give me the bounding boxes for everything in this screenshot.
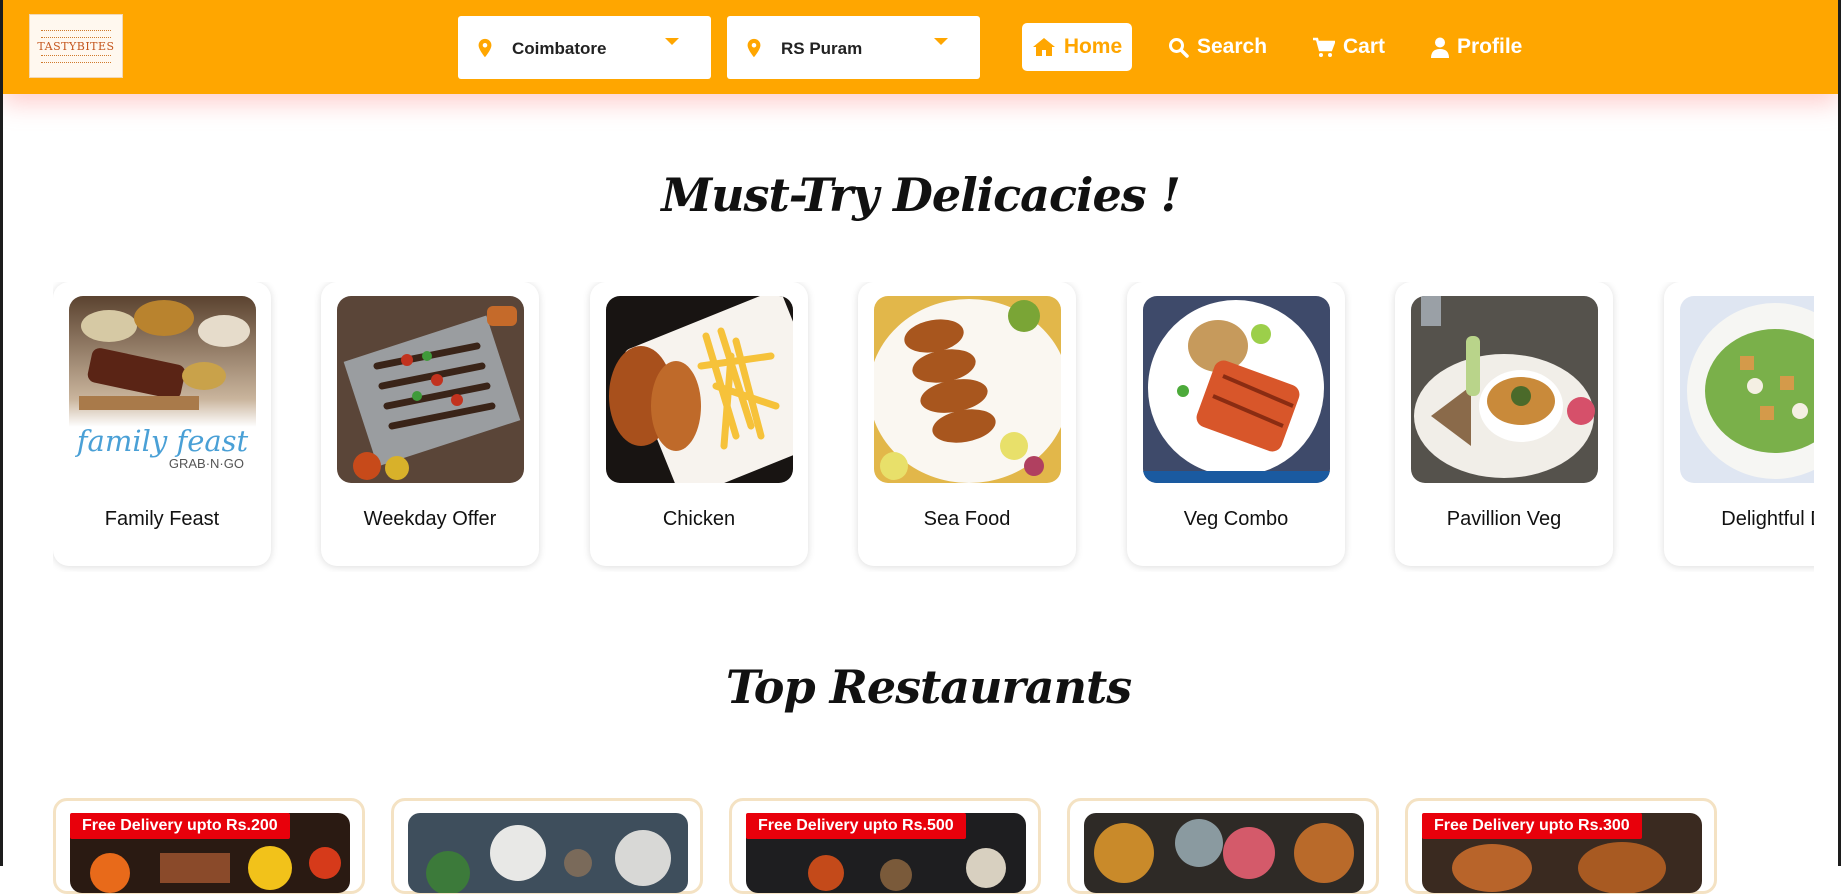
dish-name: Sea Food [923,508,1011,530]
nav-profile[interactable]: Profile [1431,23,1522,71]
city-value: Coimbatore [512,39,607,58]
nav-search-label: Search [1197,35,1268,58]
nav-search[interactable]: Search [1168,23,1267,71]
family-feast-photo: family feast GRAB·N·GO [69,296,256,483]
nav-home[interactable]: Home [1022,23,1132,71]
skewers-grill-photo [337,296,524,483]
dish-card[interactable]: Sea Food [858,282,1076,566]
dish-card[interactable]: Chicken [590,282,808,566]
curry-bowls-photo [1084,813,1364,893]
restaurants-heading: Top Restaurants [725,660,1132,714]
map-pin-icon [478,38,492,58]
spices-bowls-photo [408,813,688,893]
dish-name: Veg Combo [1183,508,1289,530]
free-delivery-badge: Free Delivery upto Rs.300 [1422,813,1642,839]
dish-name: Delightful D [1721,508,1814,530]
restaurant-card[interactable] [391,798,703,894]
dish-name: Pavillion Veg [1446,508,1562,530]
city-select[interactable]: Coimbatore [458,16,711,79]
dish-card[interactable]: Veg Combo [1127,282,1345,566]
restaurant-card[interactable]: Free Delivery upto Rs.300 [1405,798,1717,894]
user-icon [1431,37,1449,58]
cart-icon [1313,37,1335,57]
logo-text: TASTYBITES [37,39,115,53]
chevron-down-icon [934,38,948,45]
caesar-salad-photo [1680,296,1814,483]
hummus-bowl-photo [1411,296,1598,483]
rice-grilled-paneer-photo [1143,296,1330,483]
restaurant-card[interactable] [1067,798,1379,894]
area-value: RS Puram [781,39,863,58]
area-select[interactable]: RS Puram [727,16,980,79]
free-delivery-badge: Free Delivery upto Rs.200 [70,813,290,839]
top-header: TASTYBITES Coimbatore RS Puram Home Sear… [3,0,1838,94]
search-icon [1169,37,1189,58]
restaurant-card[interactable]: Free Delivery upto Rs.200 [53,798,365,894]
nav-profile-label: Profile [1457,35,1523,58]
nav-home-label: Home [1063,35,1123,58]
dish-card[interactable]: Delightful D [1664,282,1814,566]
dish-card[interactable]: family feast GRAB·N·GO Family Feast [53,282,271,566]
fried-chicken-fries-photo [606,296,793,483]
nav-cart-label: Cart [1343,35,1386,58]
dish-carousel[interactable]: family feast GRAB·N·GO Family Feast Week… [53,282,1814,572]
window-frame-left [0,0,3,866]
nav-cart[interactable]: Cart [1312,23,1385,71]
dish-image-overlay-text: family feast [76,424,249,458]
delicacies-heading: Must-Try Delicacies ! [661,168,1181,222]
grilled-prawns-photo [874,296,1061,483]
dish-image-overlay-sub: GRAB·N·GO [168,456,244,471]
dish-name: Weekday Offer [363,508,497,530]
brand-logo[interactable]: TASTYBITES [29,14,123,78]
dish-card[interactable]: Pavillion Veg [1395,282,1613,566]
map-pin-icon [747,38,761,58]
chevron-down-icon [665,38,679,45]
dish-name: Family Feast [104,508,220,530]
dish-card[interactable]: Weekday Offer [321,282,539,566]
home-icon [1032,38,1055,56]
dish-name: Chicken [662,508,736,530]
restaurant-card[interactable]: Free Delivery upto Rs.500 [729,798,1041,894]
free-delivery-badge: Free Delivery upto Rs.500 [746,813,966,839]
